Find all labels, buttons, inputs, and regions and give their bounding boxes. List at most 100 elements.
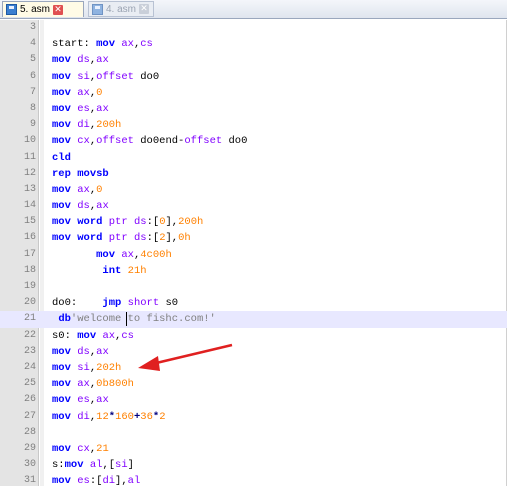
code-token: es	[77, 394, 90, 407]
tab-5-asm[interactable]: 5. asm ✕	[2, 1, 84, 17]
line-number: 5	[29, 54, 36, 66]
save-icon	[92, 3, 103, 15]
code-line[interactable]: 12 rep movsb	[0, 166, 507, 182]
code-token: ds	[133, 216, 147, 229]
line-number: 13	[23, 183, 36, 195]
code-token: ds	[77, 345, 90, 358]
code-text: do0: jmp short s0	[52, 295, 178, 311]
code-text: mov di,12*160+36*2	[52, 409, 166, 425]
code-token: cld	[52, 151, 71, 164]
code-line[interactable]: 9 mov di,200h	[0, 117, 507, 133]
tab-label: 4. asm	[106, 3, 137, 15]
code-line[interactable]: 8 mov es,ax	[0, 101, 507, 117]
close-icon[interactable]: ✕	[139, 4, 150, 14]
code-line[interactable]: 4 start: mov ax,cs	[0, 36, 507, 52]
code-line[interactable]: 28	[0, 425, 507, 441]
code-line[interactable]: 14 mov ds,ax	[0, 198, 507, 214]
code-line[interactable]: 3	[0, 20, 507, 36]
code-token: ,[	[102, 459, 116, 472]
code-token: ax	[96, 200, 109, 213]
line-number: 9	[29, 119, 36, 131]
tab-4-asm[interactable]: 4. asm ✕	[88, 1, 154, 17]
code-token: mov	[52, 394, 71, 407]
code-token: mov	[52, 200, 71, 213]
code-token: :[	[89, 475, 103, 488]
code-text: mov ax,4c00h	[52, 247, 172, 263]
code-token: si	[77, 361, 90, 374]
code-text: db'welcome to fishc.com!'	[52, 311, 216, 327]
line-number: 20	[23, 297, 36, 309]
code-line[interactable]: 19	[0, 279, 507, 295]
code-text: s0: mov ax,cs	[52, 328, 134, 344]
code-line[interactable]: 29 mov cx,21	[0, 441, 507, 457]
code-token: do0	[222, 135, 248, 148]
code-token: ds	[77, 54, 90, 67]
code-token: s0:	[52, 329, 78, 342]
code-token: mov	[52, 54, 71, 67]
code-line[interactable]: 15 mov word ptr ds:[0],200h	[0, 214, 507, 230]
code-line[interactable]: 20 do0: jmp short s0	[0, 295, 507, 311]
code-line[interactable]: 21 db'welcome to fishc.com!'	[0, 311, 507, 328]
line-number: 18	[23, 264, 36, 276]
code-editor[interactable]: 3 4 start: mov ax,cs 5 mov ds,ax 6 mov si,offs…	[0, 20, 507, 489]
code-token: mov	[52, 102, 71, 115]
code-line[interactable]: 26 mov es,ax	[0, 392, 507, 408]
code-token: mov	[52, 135, 71, 148]
code-token: al	[127, 475, 141, 488]
code-token: mov	[52, 183, 71, 196]
code-line[interactable]: 27 mov di,12*160+36*2	[0, 409, 507, 425]
code-line[interactable]: 31 mov es:[di],al	[0, 473, 507, 489]
code-token: ax	[102, 329, 116, 342]
code-line[interactable]: 11 cld	[0, 150, 507, 166]
code-line[interactable]: 6 mov si,offset do0	[0, 69, 507, 85]
code-token: ]	[127, 459, 134, 472]
code-token: mov	[77, 329, 97, 342]
code-line[interactable]: 18 int 21h	[0, 263, 507, 279]
code-line[interactable]: 24 mov si,202h	[0, 360, 507, 376]
code-line[interactable]: 5 mov ds,ax	[0, 52, 507, 68]
code-line[interactable]: 22 s0: mov ax,cs	[0, 328, 507, 344]
line-number: 19	[23, 281, 36, 292]
line-number: 4	[29, 38, 36, 50]
code-token: rep	[52, 167, 71, 180]
code-token: offset	[96, 135, 134, 148]
code-line[interactable]: 13 mov ax,0	[0, 182, 507, 198]
code-token: 0h	[178, 232, 191, 245]
code-line[interactable]: 23 mov ds,ax	[0, 344, 507, 360]
code-token: ax	[96, 345, 109, 358]
code-text: mov ds,ax	[52, 344, 109, 360]
code-token: 0	[96, 86, 103, 99]
code-token: 200h	[96, 119, 122, 132]
code-token: s0	[159, 297, 179, 310]
code-line[interactable]: 30 s:mov al,[si]	[0, 457, 507, 473]
code-text: mov di,200h	[52, 117, 121, 133]
code-text: int 21h	[52, 263, 146, 279]
code-line[interactable]: 16 mov word ptr ds:[2],0h	[0, 230, 507, 246]
code-line[interactable]: 7 mov ax,0	[0, 85, 507, 101]
code-token: si	[115, 459, 128, 472]
close-icon[interactable]: ✕	[53, 4, 64, 15]
code-token: ax	[121, 38, 134, 51]
code-line[interactable]: 25 mov ax,0b800h	[0, 376, 507, 392]
save-icon	[6, 4, 17, 15]
code-text: mov cx,21	[52, 441, 109, 457]
code-token: offset	[184, 135, 223, 148]
code-token: ax	[121, 248, 134, 261]
line-number: 29	[23, 442, 36, 454]
code-token: ],	[165, 216, 179, 229]
line-number: 11	[23, 151, 36, 163]
code-line[interactable]: 17 mov ax,4c00h	[0, 247, 507, 263]
code-text: mov word ptr ds:[2],0h	[52, 230, 191, 246]
code-text: cld	[52, 150, 71, 166]
code-token: ax	[96, 394, 109, 407]
line-number: 28	[23, 426, 36, 438]
code-token: word	[77, 216, 103, 229]
code-token: mov	[52, 410, 71, 423]
code-text: mov si,offset do0	[52, 69, 159, 85]
line-number: 15	[23, 216, 36, 228]
code-token: mov	[52, 216, 71, 229]
code-token: mov	[64, 459, 84, 472]
tab-label: 5. asm	[20, 4, 51, 15]
code-line[interactable]: 10 mov cx,offset do0end-offset do0	[0, 133, 507, 149]
code-token: cs	[140, 38, 153, 51]
